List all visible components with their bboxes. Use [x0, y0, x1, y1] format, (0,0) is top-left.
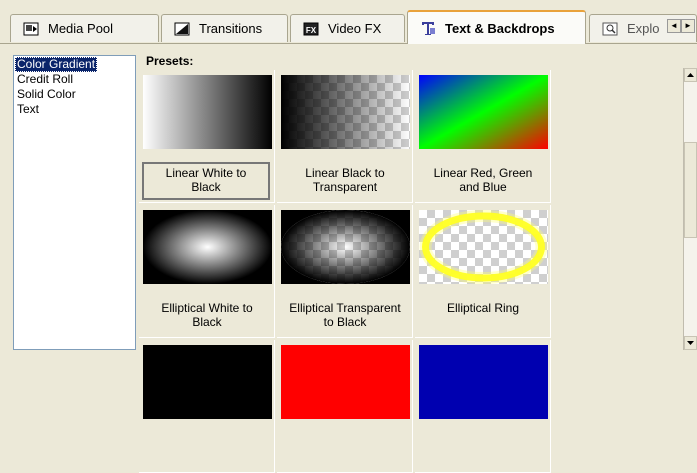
- tab-media-pool[interactable]: Media Pool: [10, 14, 159, 42]
- tab-transitions[interactable]: Transitions: [161, 14, 288, 42]
- preset-caption: Elliptical White to Black: [161, 301, 253, 329]
- preset-elliptical-ring[interactable]: Elliptical Ring: [415, 205, 551, 338]
- presets-label: Presets:: [146, 54, 194, 68]
- preset-thumbnail: [281, 75, 410, 149]
- svg-text:FX: FX: [306, 26, 317, 35]
- preset-thumbnail: [281, 345, 410, 419]
- tab-pane-border: [0, 43, 697, 44]
- preset-caption: Linear White to Black: [142, 162, 270, 200]
- preset-grid: Linear White to Black Linear Black to Tr…: [139, 70, 684, 473]
- arrow-up-icon: [687, 73, 694, 77]
- arrow-down-icon: [687, 341, 694, 345]
- preset-caption: Elliptical Ring: [446, 301, 520, 315]
- preset-elliptical-transparent-to-black[interactable]: Elliptical Transparent to Black: [277, 205, 413, 338]
- preset-linear-white-to-black[interactable]: Linear White to Black: [139, 70, 275, 203]
- vertical-scrollbar[interactable]: [684, 68, 697, 350]
- preset-thumbnail: [281, 210, 410, 284]
- tab-label: Video FX: [328, 21, 382, 36]
- scroll-down-button[interactable]: [684, 336, 697, 350]
- preset-thumbnail: [143, 210, 272, 284]
- category-item-text[interactable]: Text: [15, 102, 41, 117]
- scroll-up-button[interactable]: [684, 68, 697, 82]
- tab-label: Transitions: [199, 21, 263, 36]
- preset-caption: Linear Red, Green and Blue: [433, 166, 533, 194]
- preset-thumbnail: [419, 345, 548, 419]
- category-item-credit-roll[interactable]: Credit Roll: [15, 72, 75, 87]
- tab-label: Explo: [627, 21, 660, 36]
- preset-thumbnail: [143, 75, 272, 149]
- transitions-icon: [174, 22, 190, 35]
- tab-scroll-right-button[interactable]: ►: [681, 19, 695, 33]
- category-list[interactable]: Color Gradient Credit Roll Solid Color T…: [13, 55, 136, 350]
- category-item-color-gradient[interactable]: Color Gradient: [15, 57, 98, 72]
- preset-caption: Linear Black to Transparent: [305, 166, 385, 194]
- preset-thumbnail: [419, 75, 548, 149]
- tab-label: Text & Backdrops: [445, 20, 555, 36]
- preset-elliptical-white-to-black[interactable]: Elliptical White to Black: [139, 205, 275, 338]
- preset-row3-black[interactable]: [139, 340, 275, 473]
- preset-row3-red[interactable]: [277, 340, 413, 473]
- scrollbar-thumb[interactable]: [684, 142, 697, 238]
- tab-text-backdrops[interactable]: Text & Backdrops: [407, 10, 586, 44]
- category-item-solid-color[interactable]: Solid Color: [15, 87, 78, 102]
- tab-video-fx[interactable]: FX Video FX: [290, 14, 405, 42]
- preset-thumbnail: [143, 345, 272, 419]
- preset-linear-red-green-blue[interactable]: Linear Red, Green and Blue: [415, 70, 551, 203]
- explorer-icon: [602, 22, 618, 35]
- preset-caption: Elliptical Transparent to Black: [289, 301, 401, 329]
- preset-linear-black-to-transparent[interactable]: Linear Black to Transparent: [277, 70, 413, 203]
- preset-row3-blue[interactable]: [415, 340, 551, 473]
- tab-strip: Media Pool Transitions FX Video FX Text …: [0, 0, 697, 44]
- tab-label: Media Pool: [48, 21, 114, 36]
- preset-thumbnail: [419, 210, 548, 284]
- text-backdrops-icon: [422, 22, 435, 35]
- media-pool-icon: [23, 22, 39, 35]
- tab-scroll-left-button[interactable]: ◄: [667, 19, 681, 33]
- video-fx-icon: FX: [303, 22, 319, 35]
